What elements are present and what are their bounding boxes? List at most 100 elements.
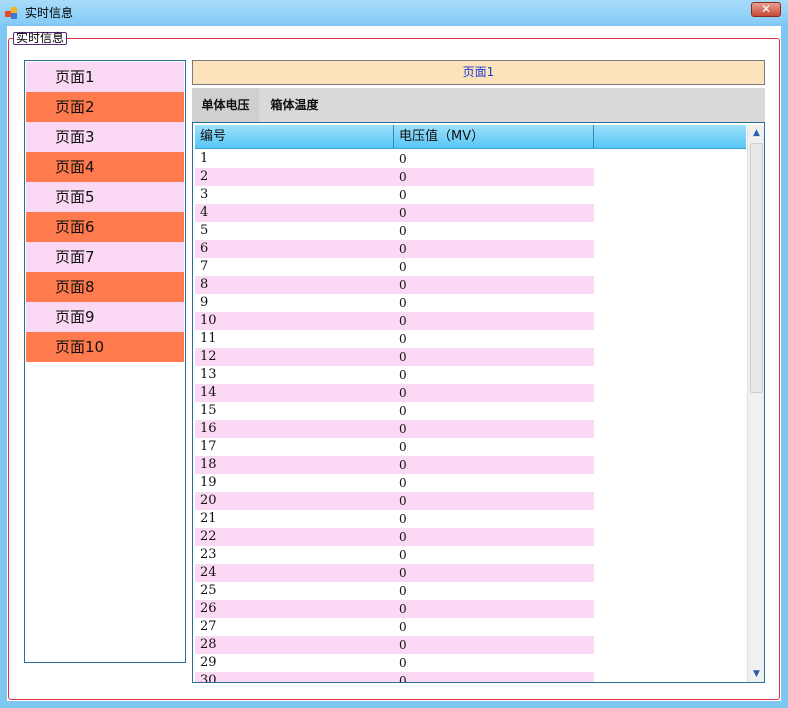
page-header: 页面1 [192, 60, 765, 85]
tab-cell-voltage[interactable]: 单体电压 [192, 88, 259, 122]
cell-id: 23 [200, 547, 217, 562]
row-background [195, 384, 594, 402]
row-background [195, 150, 594, 168]
row-background [195, 204, 594, 222]
table-row[interactable]: 28 0 [195, 636, 746, 654]
nav-item-page-7[interactable]: 页面7 [26, 242, 184, 272]
table-row[interactable]: 29 0 [195, 654, 746, 672]
tab-bar: 单体电压 箱体温度 [192, 88, 765, 122]
nav-item-page-6[interactable]: 页面6 [26, 212, 184, 242]
table-row[interactable]: 13 0 [195, 366, 746, 384]
cell-id: 8 [200, 277, 209, 292]
cell-id: 2 [200, 169, 209, 184]
table-row[interactable]: 11 0 [195, 330, 746, 348]
cell-voltage: 0 [399, 404, 407, 418]
table-row[interactable]: 70 [195, 258, 746, 276]
cell-id: 15 [200, 403, 217, 418]
nav-item-page-4[interactable]: 页面4 [26, 152, 184, 182]
nav-item-page-8[interactable]: 页面8 [26, 272, 184, 302]
table-row[interactable]: 19 0 [195, 474, 746, 492]
table-row[interactable]: 60 [195, 240, 746, 258]
row-background [195, 402, 594, 420]
cell-id: 24 [200, 565, 217, 580]
scroll-thumb[interactable] [750, 143, 763, 393]
table-row[interactable]: 25 0 [195, 582, 746, 600]
table-row[interactable]: 12 0 [195, 348, 746, 366]
row-background [195, 168, 594, 186]
table-row[interactable]: 90 [195, 294, 746, 312]
cell-id: 22 [200, 529, 217, 544]
table-row[interactable]: 14 0 [195, 384, 746, 402]
table-row[interactable]: 30 0 [195, 672, 746, 682]
cell-id: 10 [200, 313, 217, 328]
table-row[interactable]: 15 0 [195, 402, 746, 420]
table-row[interactable]: 26 0 [195, 600, 746, 618]
table-row[interactable]: 17 0 [195, 438, 746, 456]
column-header-empty[interactable] [594, 125, 746, 148]
table-row[interactable]: 16 0 [195, 420, 746, 438]
cell-voltage: 0 [399, 674, 407, 682]
cell-id: 19 [200, 475, 217, 490]
cell-voltage: 0 [399, 440, 407, 454]
row-background [195, 258, 594, 276]
table-row[interactable]: 50 [195, 222, 746, 240]
nav-item-page-1[interactable]: 页面1 [26, 62, 184, 92]
cell-id: 21 [200, 511, 217, 526]
vertical-scrollbar[interactable]: ▲ ▼ [747, 125, 764, 682]
nav-item-page-2[interactable]: 页面2 [26, 92, 184, 122]
table-row[interactable]: 20 [195, 168, 746, 186]
row-background [195, 600, 594, 618]
table-row[interactable]: 22 0 [195, 528, 746, 546]
close-button[interactable]: ✕ [751, 2, 781, 17]
table-row[interactable]: 40 [195, 204, 746, 222]
row-background [195, 438, 594, 456]
table-row[interactable]: 10 0 [195, 312, 746, 330]
page-nav-list[interactable]: 页面1 页面2 页面3 页面4 页面5 页面6 页面7 页面8 页面9 页面10 [24, 60, 186, 663]
cell-id: 30 [200, 673, 217, 682]
row-background [195, 186, 594, 204]
cell-voltage: 0 [399, 476, 407, 490]
cell-id: 29 [200, 655, 217, 670]
nav-item-page-10[interactable]: 页面10 [26, 332, 184, 362]
table-row[interactable]: 23 0 [195, 546, 746, 564]
table-row[interactable]: 30 [195, 186, 746, 204]
cell-id: 12 [200, 349, 217, 364]
row-background [195, 510, 594, 528]
table-row[interactable]: 27 0 [195, 618, 746, 636]
cell-id: 25 [200, 583, 217, 598]
row-background [195, 294, 594, 312]
close-icon: ✕ [760, 2, 772, 16]
table-row[interactable]: 20 0 [195, 492, 746, 510]
table-row[interactable]: 24 0 [195, 564, 746, 582]
grid-header: 编号 电压值（MV） [195, 125, 746, 149]
nav-item-page-9[interactable]: 页面9 [26, 302, 184, 332]
cell-voltage: 0 [399, 368, 407, 382]
cell-id: 28 [200, 637, 217, 652]
table-row[interactable]: 80 [195, 276, 746, 294]
column-header-voltage[interactable]: 电压值（MV） [394, 125, 594, 148]
window-title: 实时信息 [25, 6, 74, 20]
nav-item-page-5[interactable]: 页面5 [26, 182, 184, 212]
row-background [195, 474, 594, 492]
table-row[interactable]: 18 0 [195, 456, 746, 474]
cell-id: 18 [200, 457, 217, 472]
column-header-id[interactable]: 编号 [195, 125, 394, 148]
cell-voltage: 0 [399, 386, 407, 400]
tab-box-temperature[interactable]: 箱体温度 [259, 88, 330, 122]
table-row[interactable]: 21 0 [195, 510, 746, 528]
row-background [195, 312, 594, 330]
cell-voltage: 0 [399, 512, 407, 526]
row-background [195, 654, 594, 672]
row-background [195, 618, 594, 636]
cell-voltage: 0 [399, 350, 407, 364]
scroll-up-arrow-icon[interactable]: ▲ [748, 125, 764, 141]
scroll-down-arrow-icon[interactable]: ▼ [748, 666, 764, 682]
row-background [195, 672, 594, 682]
app-window-icon [5, 5, 19, 19]
table-row[interactable]: 10 [195, 150, 746, 168]
cell-voltage: 0 [399, 656, 407, 670]
cell-id: 9 [200, 295, 209, 310]
nav-item-page-3[interactable]: 页面3 [26, 122, 184, 152]
cell-id: 14 [200, 385, 217, 400]
cell-voltage: 0 [399, 566, 407, 580]
